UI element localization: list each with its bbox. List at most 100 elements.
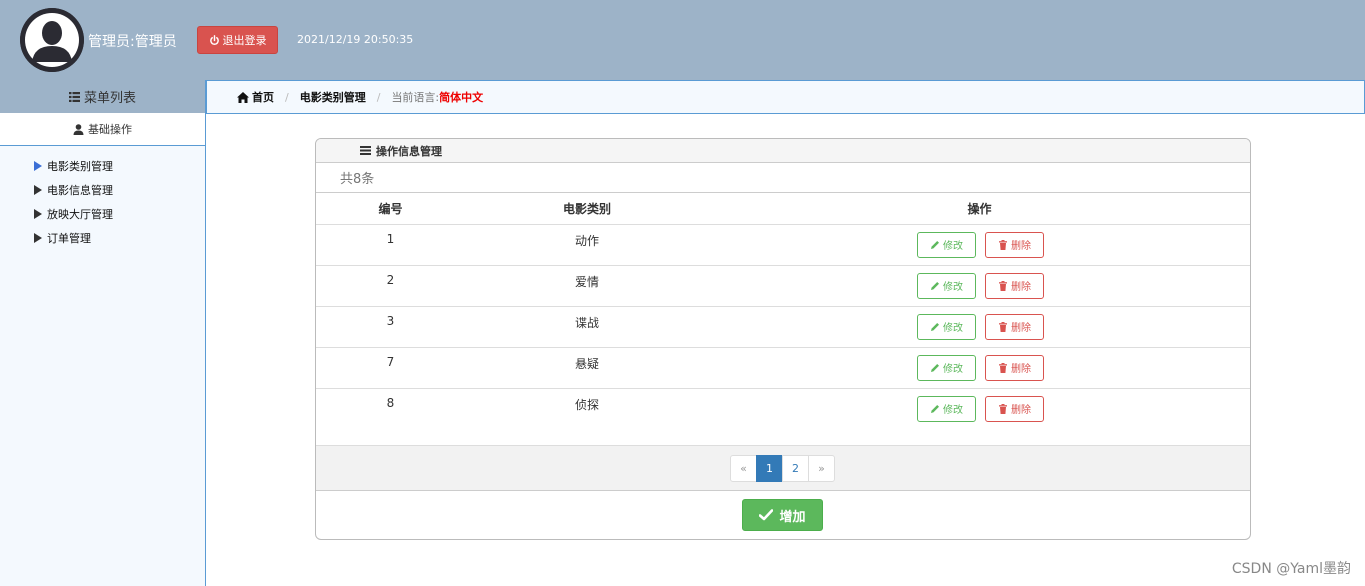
sidebar-item-movie-info[interactable]: 电影信息管理	[0, 178, 205, 202]
pagination: « 1 2 »	[730, 454, 835, 482]
sidebar-item-orders[interactable]: 订单管理	[0, 226, 205, 250]
trash-icon	[999, 239, 1007, 250]
edit-label: 修改	[943, 282, 963, 293]
triangle-right-icon	[34, 233, 42, 243]
sidebar-item-label: 电影类别管理	[47, 160, 113, 173]
sidebar-item-label: 放映大厅管理	[47, 208, 113, 221]
sidebar: 菜单列表 基础操作 电影类别管理 电影信息管理 放映大厅管理 订单管理	[0, 80, 206, 586]
info-panel: 操作信息管理 共8条 编号 电影类别 操作 1 动作 修改 删除 2 爱情 修改…	[315, 138, 1251, 540]
user-avatar-icon	[20, 8, 84, 72]
menu-title-label: 菜单列表	[83, 91, 136, 106]
cell-category: 侦探	[574, 397, 599, 412]
pagination-next[interactable]: »	[808, 454, 835, 482]
edit-button[interactable]: 修改	[917, 272, 976, 299]
edit-label: 修改	[943, 323, 963, 334]
sidebar-item-label: 订单管理	[47, 232, 91, 245]
top-header: 管理员:管理员 退出登录 2021/12/19 20:50:35	[0, 0, 1365, 80]
breadcrumb-current[interactable]: 电影类别管理	[300, 89, 366, 105]
edit-button[interactable]: 修改	[917, 354, 976, 381]
table-row: 3 谍战 修改 删除	[316, 306, 1250, 348]
edit-button[interactable]: 修改	[917, 313, 976, 340]
trash-icon	[999, 321, 1007, 332]
triangle-right-icon	[34, 185, 42, 195]
cell-category: 悬疑	[465, 347, 709, 389]
logout-label: 退出登录	[222, 34, 267, 47]
edit-label: 修改	[943, 405, 963, 416]
triangle-right-icon	[34, 161, 42, 171]
edit-button[interactable]: 修改	[917, 231, 976, 258]
menu-title: 菜单列表	[0, 80, 205, 113]
breadcrumb: 首页 / 电影类别管理 / 当前语言: 简体中文	[206, 80, 1365, 114]
table-row: 8 侦探 修改 删除	[316, 388, 1250, 429]
panel-title: 操作信息管理	[376, 144, 442, 158]
cell-category: 谍战	[465, 306, 709, 348]
section-title: 基础操作	[88, 123, 132, 136]
delete-button[interactable]: 删除	[985, 231, 1044, 258]
total-count: 共8条	[316, 163, 1250, 193]
sidebar-item-movie-category[interactable]: 电影类别管理	[0, 154, 205, 178]
breadcrumb-separator: /	[285, 90, 289, 104]
table-row: 2 爱情 修改 删除	[316, 265, 1250, 307]
column-header-category: 电影类别	[465, 193, 709, 225]
add-label: 增加	[779, 509, 806, 525]
delete-button[interactable]: 删除	[985, 354, 1044, 381]
cell-id: 3	[316, 306, 465, 348]
list-icon	[68, 91, 80, 102]
trash-icon	[999, 280, 1007, 291]
cell-category: 爱情	[465, 265, 709, 307]
triangle-right-icon	[34, 209, 42, 219]
delete-label: 删除	[1011, 405, 1031, 416]
cell-actions: 修改 删除	[709, 388, 1250, 429]
trash-icon	[999, 403, 1007, 414]
pagination-prev[interactable]: «	[730, 454, 757, 482]
section-basic-ops[interactable]: 基础操作	[0, 113, 205, 146]
pagination-page-2[interactable]: 2	[782, 454, 809, 482]
menu-icon	[360, 146, 371, 155]
add-button[interactable]: 增加	[742, 499, 823, 531]
cell-id: 8	[386, 395, 395, 410]
category-table: 编号 电影类别 操作 1 动作 修改 删除 2 爱情 修改 删除 3 谍战 修改…	[316, 193, 1250, 429]
table-row: 1 动作 修改 删除	[316, 224, 1250, 266]
breadcrumb-separator: /	[376, 90, 381, 104]
edit-label: 修改	[943, 241, 963, 252]
power-icon	[209, 34, 219, 45]
cell-actions: 修改 删除	[709, 224, 1250, 266]
breadcrumb-home-label: 首页	[252, 91, 274, 104]
edit-label: 修改	[943, 364, 963, 375]
panel-header: 操作信息管理	[316, 139, 1250, 163]
table-header-row: 编号 电影类别 操作	[316, 193, 1250, 225]
pencil-icon	[931, 363, 939, 372]
pencil-icon	[931, 404, 939, 413]
sidebar-nav: 电影类别管理 电影信息管理 放映大厅管理 订单管理	[0, 146, 205, 250]
column-header-id: 编号	[316, 193, 465, 225]
delete-label: 删除	[1011, 323, 1031, 334]
table-row: 7 悬疑 修改 删除	[316, 347, 1250, 389]
pagination-page-1[interactable]: 1	[756, 454, 783, 482]
cell-id: 2	[316, 265, 465, 307]
delete-button[interactable]: 删除	[985, 272, 1044, 299]
logout-button[interactable]: 退出登录	[197, 26, 278, 54]
user-icon	[73, 123, 84, 135]
delete-button[interactable]: 删除	[985, 313, 1044, 340]
sidebar-item-hall[interactable]: 放映大厅管理	[0, 202, 205, 226]
breadcrumb-home[interactable]: 首页	[237, 89, 274, 105]
pagination-bar: « 1 2 »	[316, 445, 1250, 491]
edit-button[interactable]: 修改	[917, 395, 976, 422]
delete-button[interactable]: 删除	[985, 395, 1044, 422]
column-header-actions: 操作	[709, 193, 1250, 225]
language-label: 当前语言:	[391, 91, 440, 104]
cell-actions: 修改 删除	[709, 347, 1250, 389]
home-icon	[237, 91, 249, 103]
pencil-icon	[931, 322, 939, 331]
admin-name: 管理员:管理员	[88, 34, 177, 50]
delete-label: 删除	[1011, 282, 1031, 293]
delete-label: 删除	[1011, 364, 1031, 375]
pencil-icon	[931, 281, 939, 290]
cell-category: 动作	[465, 224, 709, 266]
check-icon	[759, 509, 774, 521]
avatar	[20, 8, 84, 72]
current-datetime: 2021/12/19 20:50:35	[297, 33, 414, 46]
trash-icon	[999, 362, 1007, 373]
delete-label: 删除	[1011, 241, 1031, 252]
pencil-icon	[931, 240, 939, 249]
